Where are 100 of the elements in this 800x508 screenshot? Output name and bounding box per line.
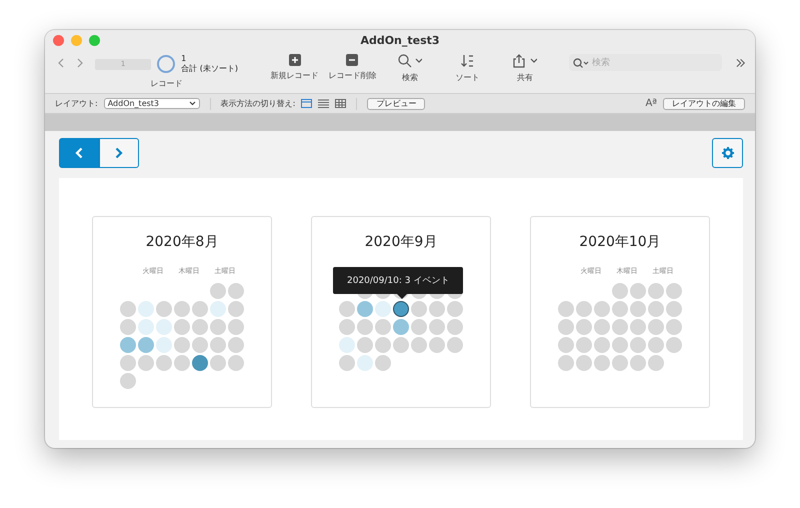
previous-button[interactable] — [59, 138, 99, 168]
day-dot[interactable] — [558, 319, 574, 335]
day-dot[interactable] — [339, 337, 355, 353]
day-dot[interactable] — [156, 355, 172, 371]
day-dot[interactable] — [648, 301, 664, 317]
day-dot[interactable] — [429, 337, 445, 353]
day-dot[interactable] — [156, 337, 172, 353]
day-dot[interactable] — [594, 355, 610, 371]
day-dot[interactable] — [228, 337, 244, 353]
day-dot[interactable] — [192, 337, 208, 353]
day-dot[interactable] — [612, 283, 628, 299]
overflow-chevrons-icon[interactable] — [736, 58, 745, 68]
day-dot[interactable] — [630, 337, 646, 353]
day-dot[interactable] — [138, 355, 154, 371]
day-dot[interactable] — [612, 319, 628, 335]
day-dot[interactable] — [156, 319, 172, 335]
day-dot[interactable] — [210, 355, 226, 371]
toolbar-button[interactable]: ソート — [442, 54, 494, 83]
day-dot[interactable] — [630, 301, 646, 317]
day-dot[interactable] — [666, 283, 682, 299]
day-dot[interactable] — [192, 301, 208, 317]
day-dot[interactable] — [174, 337, 190, 353]
day-dot[interactable] — [210, 337, 226, 353]
day-dot[interactable] — [666, 301, 682, 317]
day-dot[interactable] — [375, 337, 391, 353]
day-dot[interactable] — [210, 283, 226, 299]
day-dot[interactable] — [339, 355, 355, 371]
day-dot[interactable] — [228, 301, 244, 317]
day-dot[interactable] — [648, 355, 664, 371]
edit-layout-button[interactable]: レイアウトの編集 — [663, 98, 745, 110]
day-dot[interactable] — [558, 337, 574, 353]
day-dot[interactable] — [666, 319, 682, 335]
day-dot[interactable] — [339, 319, 355, 335]
day-dot[interactable] — [594, 319, 610, 335]
day-dot[interactable] — [447, 337, 463, 353]
back-icon[interactable] — [58, 58, 64, 68]
day-dot[interactable] — [630, 355, 646, 371]
close-button[interactable] — [53, 35, 64, 46]
day-dot[interactable] — [576, 337, 592, 353]
day-dot[interactable] — [228, 283, 244, 299]
day-dot[interactable] — [630, 319, 646, 335]
day-dot[interactable] — [429, 301, 445, 317]
day-dot[interactable] — [138, 337, 154, 353]
day-dot[interactable] — [648, 337, 664, 353]
day-dot[interactable] — [411, 301, 427, 317]
list-view-icon[interactable] — [318, 99, 330, 108]
minimize-button[interactable] — [71, 35, 82, 46]
day-dot[interactable] — [228, 355, 244, 371]
day-dot[interactable] — [558, 355, 574, 371]
day-dot[interactable] — [138, 319, 154, 335]
day-dot[interactable] — [648, 283, 664, 299]
toolbar-button[interactable]: 新規レコード — [268, 54, 321, 81]
day-dot[interactable] — [594, 301, 610, 317]
preview-button[interactable]: プレビュー — [367, 98, 426, 110]
day-dot[interactable] — [192, 355, 208, 371]
forward-icon[interactable] — [77, 58, 84, 68]
day-dot[interactable] — [120, 337, 136, 353]
day-dot[interactable] — [120, 373, 136, 389]
next-button[interactable] — [99, 138, 139, 168]
day-dot[interactable] — [411, 337, 427, 353]
day-dot[interactable] — [594, 337, 610, 353]
day-dot[interactable] — [228, 319, 244, 335]
day-dot[interactable] — [174, 301, 190, 317]
day-dot[interactable] — [558, 301, 574, 317]
day-dot[interactable] — [612, 355, 628, 371]
day-dot[interactable] — [612, 337, 628, 353]
day-dot[interactable] — [120, 355, 136, 371]
day-dot[interactable] — [576, 301, 592, 317]
day-dot[interactable] — [666, 337, 682, 353]
day-dot[interactable] — [120, 319, 136, 335]
layout-select[interactable]: AddOn_test3 — [104, 98, 200, 109]
settings-button[interactable] — [712, 138, 743, 168]
day-dot[interactable] — [174, 319, 190, 335]
day-dot[interactable] — [120, 301, 136, 317]
toolbar-button[interactable]: 共有 — [499, 54, 552, 83]
toolbar-button[interactable]: 検索 — [384, 54, 436, 83]
day-dot[interactable] — [576, 319, 592, 335]
day-dot[interactable] — [411, 319, 427, 335]
font-size-icon[interactable]: Aª — [645, 98, 657, 109]
day-dot[interactable] — [192, 319, 208, 335]
day-dot[interactable] — [375, 319, 391, 335]
day-dot[interactable] — [357, 319, 373, 335]
day-dot[interactable] — [447, 301, 463, 317]
day-dot[interactable] — [612, 301, 628, 317]
day-dot[interactable] — [357, 355, 373, 371]
day-dot[interactable] — [630, 283, 646, 299]
day-dot[interactable] — [648, 319, 664, 335]
day-dot[interactable] — [375, 355, 391, 371]
day-dot[interactable] — [174, 355, 190, 371]
day-dot[interactable] — [393, 301, 409, 317]
day-dot[interactable] — [210, 319, 226, 335]
day-dot[interactable] — [429, 319, 445, 335]
day-dot[interactable] — [357, 337, 373, 353]
table-view-icon[interactable] — [335, 99, 346, 108]
day-dot[interactable] — [393, 319, 409, 335]
day-dot[interactable] — [210, 301, 226, 317]
day-dot[interactable] — [447, 319, 463, 335]
toolbar-button[interactable]: レコード削除 — [326, 54, 378, 81]
day-dot[interactable] — [339, 301, 355, 317]
day-dot[interactable] — [576, 355, 592, 371]
